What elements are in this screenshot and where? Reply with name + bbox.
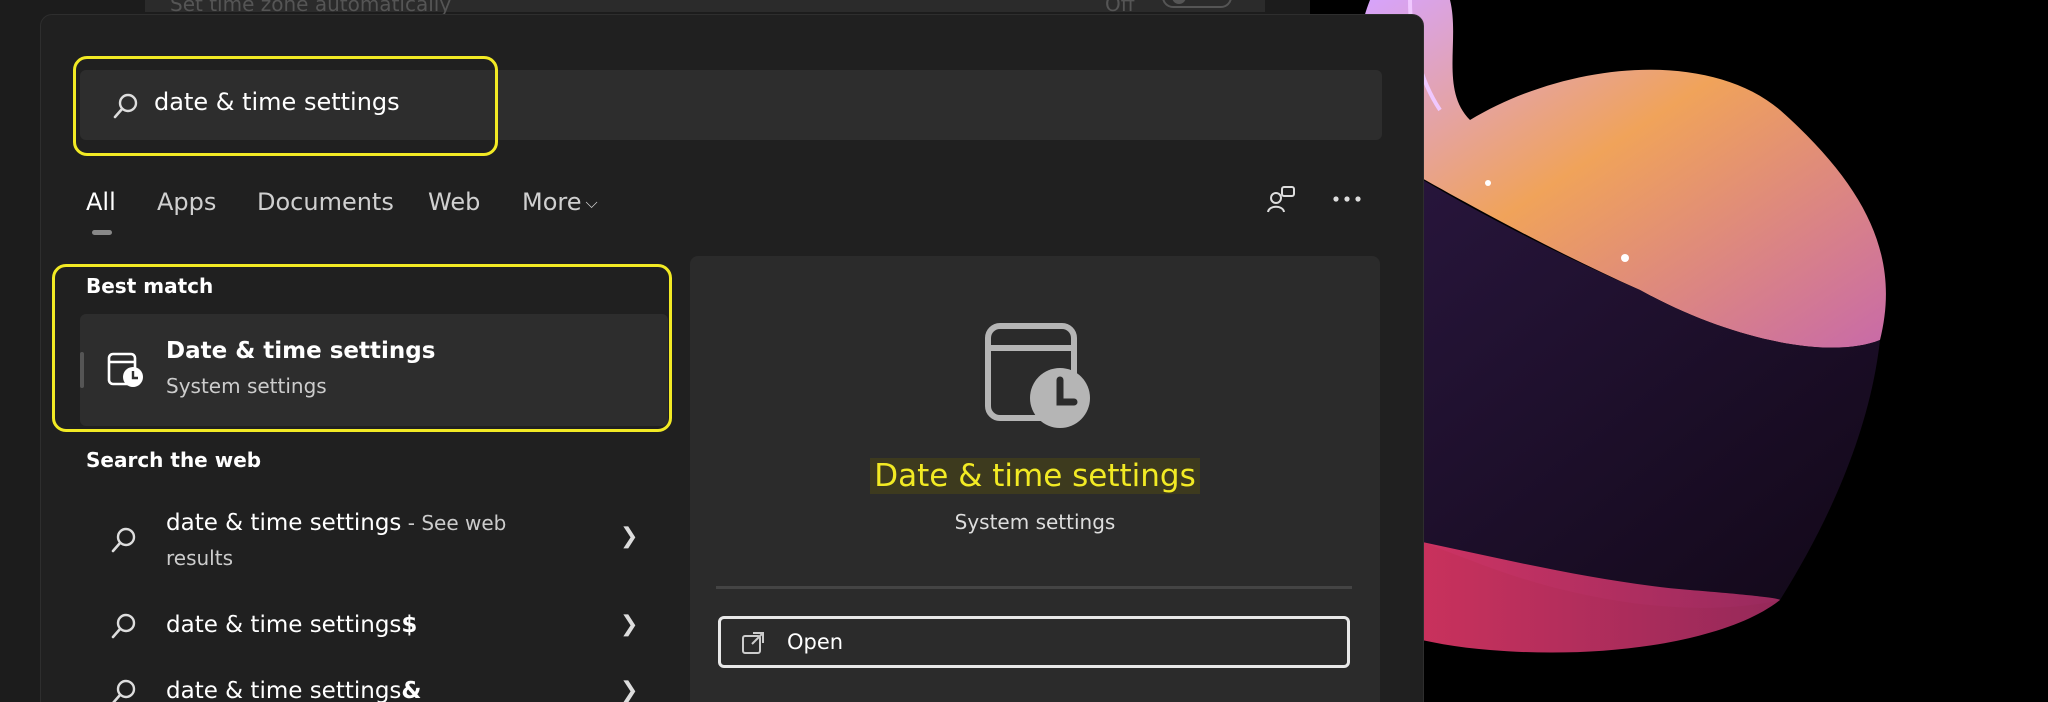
detail-subtitle: System settings [954, 510, 1116, 534]
highlight-best-match [52, 264, 672, 432]
switch-account-icon[interactable] [1266, 184, 1298, 216]
search-icon [111, 613, 136, 639]
web-result-bold-suffix: & [401, 678, 422, 702]
tab-all[interactable]: All [86, 188, 116, 216]
tab-more-label: More [522, 188, 582, 216]
tab-web[interactable]: Web [428, 188, 480, 216]
web-result-item[interactable]: date & time settings& ❯ [80, 672, 668, 702]
chevron-right-icon: ❯ [620, 524, 639, 549]
open-external-icon [742, 632, 764, 654]
tab-more[interactable]: More ⌵ [522, 188, 598, 216]
web-result-query: date & time settings [166, 612, 402, 638]
web-result-bold-suffix: $ [401, 612, 418, 638]
result-detail-pane: Date & time settings System settings Ope… [690, 256, 1380, 702]
chevron-right-icon: ❯ [620, 678, 639, 702]
web-result-item[interactable]: date & time settings$ ❯ [80, 606, 668, 656]
chevron-right-icon: ❯ [620, 612, 639, 637]
detail-title: Date & time settings [690, 458, 1380, 494]
open-button-label: Open [787, 630, 844, 654]
open-button[interactable]: Open [718, 616, 1350, 668]
calendar-clock-icon [985, 323, 1090, 428]
detail-divider [716, 586, 1352, 589]
chevron-down-icon: ⌵ [585, 193, 598, 212]
web-result-label: date & time settings& [166, 678, 421, 702]
web-result-item[interactable]: date & time settings - See web results ❯ [80, 500, 668, 580]
web-result-label: date & time settings$ [166, 612, 417, 638]
tab-documents[interactable]: Documents [257, 188, 394, 216]
web-result-query: date & time settings [166, 510, 402, 536]
search-icon [112, 679, 136, 702]
web-result-label: date & time settings - See web [166, 510, 506, 536]
tab-apps[interactable]: Apps [157, 188, 216, 216]
web-result-suffix-cont: results [166, 546, 234, 570]
search-web-heading: Search the web [86, 448, 262, 472]
web-result-query: date & time settings [166, 678, 402, 702]
highlight-search-box [73, 56, 498, 156]
more-options-icon[interactable] [1332, 194, 1362, 204]
detail-title-text: Date & time settings [870, 458, 1200, 494]
search-icon [111, 527, 136, 553]
active-tab-indicator [92, 230, 112, 235]
web-result-suffix: - See web [401, 511, 507, 535]
background-toggle [1162, 0, 1232, 8]
